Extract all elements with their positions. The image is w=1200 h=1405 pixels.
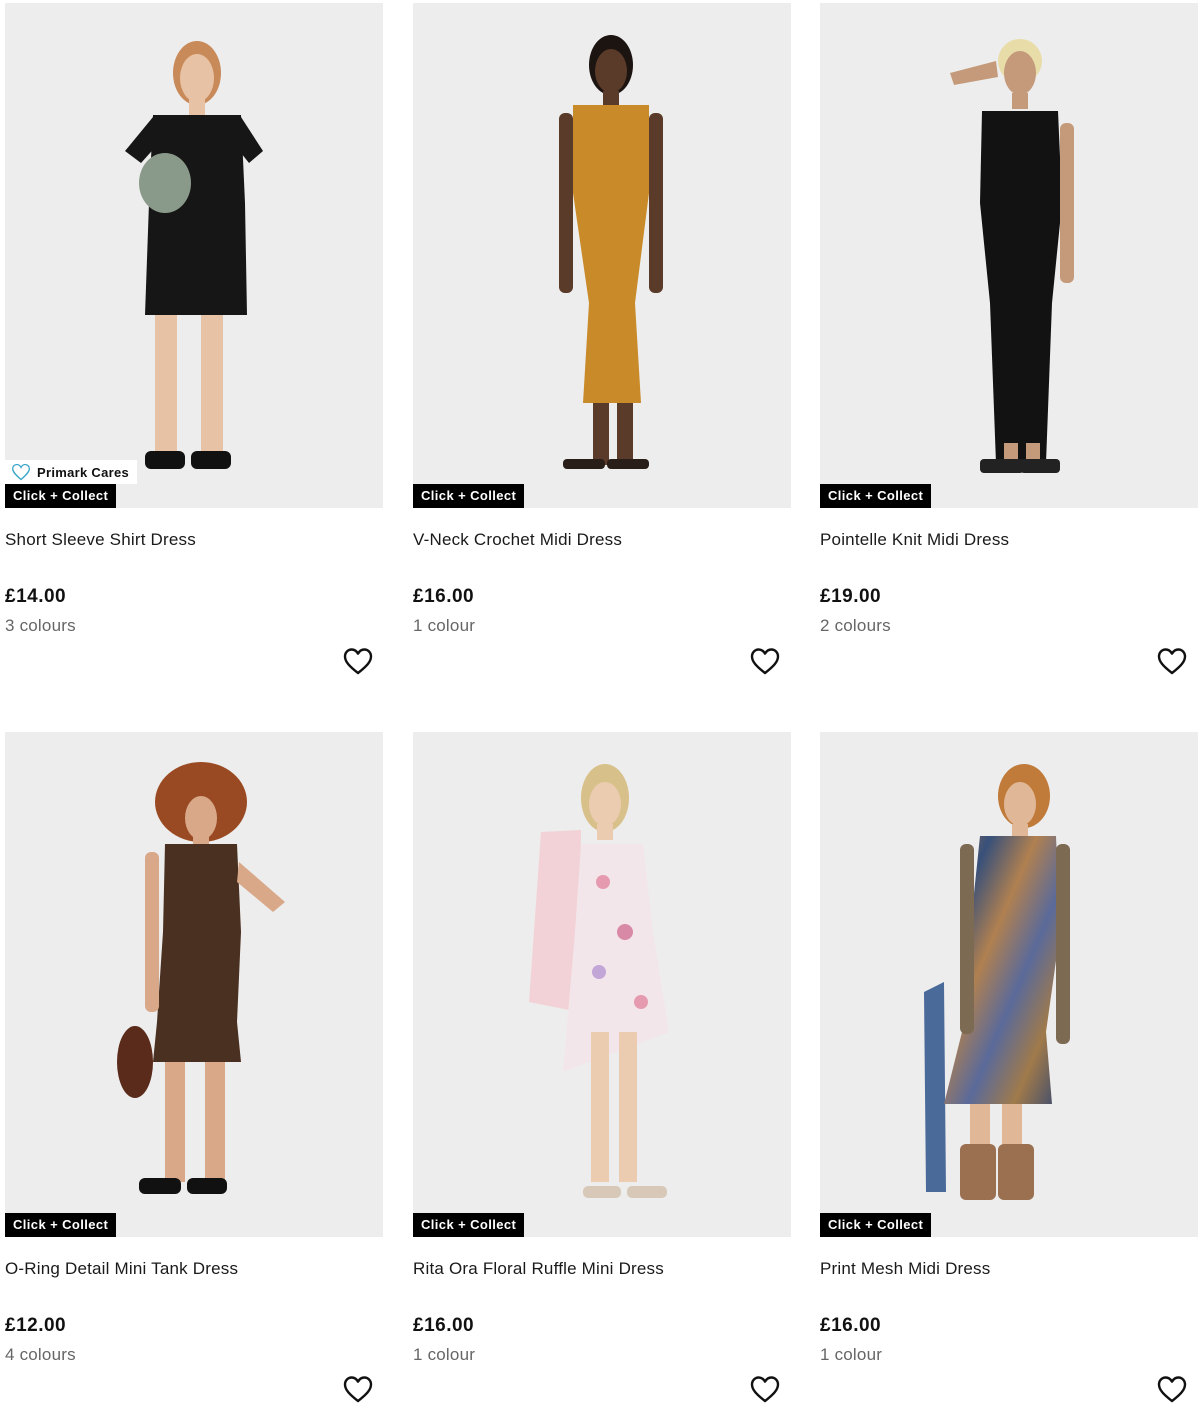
click-collect-badge: Click + Collect xyxy=(820,484,932,508)
badge-stack: Click + Collect xyxy=(820,484,932,508)
product-card[interactable]: Click + Collect Rita Ora Floral Ruffle M… xyxy=(413,732,791,1365)
badge-stack: Click + Collect xyxy=(413,484,525,508)
colour-count: 1 colour xyxy=(820,1345,883,1364)
product-image[interactable]: Click + Collect xyxy=(820,3,1198,508)
product-name[interactable]: O-Ring Detail Mini Tank Dress xyxy=(5,1259,383,1281)
model-illustration xyxy=(924,764,1070,1200)
product-card[interactable]: Click + Collect Print Mesh Midi Dress £1… xyxy=(820,732,1198,1365)
model-illustration xyxy=(125,41,263,469)
product-name[interactable]: V-Neck Crochet Midi Dress xyxy=(413,530,791,552)
product-price: £16.00 xyxy=(413,586,475,607)
product-image[interactable]: Click + Collect xyxy=(820,732,1198,1237)
product-name[interactable]: Short Sleeve Shirt Dress xyxy=(5,530,383,552)
click-collect-badge: Click + Collect xyxy=(413,1213,525,1237)
heart-outline-icon[interactable] xyxy=(1156,646,1188,676)
badge-stack: Primark Cares Click + Collect xyxy=(5,460,138,508)
heart-icon xyxy=(11,463,31,481)
product-price: £16.00 xyxy=(413,1315,475,1336)
colour-count: 1 colour xyxy=(413,616,476,635)
product-card[interactable]: Click + Collect V-Neck Crochet Midi Dres… xyxy=(413,3,791,636)
product-image[interactable]: Click + Collect xyxy=(413,732,791,1237)
badge-stack: Click + Collect xyxy=(5,1213,117,1237)
product-image[interactable]: Click + Collect xyxy=(413,3,791,508)
model-illustration xyxy=(559,35,663,469)
colour-count: 1 colour xyxy=(413,1345,476,1364)
click-collect-badge: Click + Collect xyxy=(5,484,117,508)
product-name[interactable]: Rita Ora Floral Ruffle Mini Dress xyxy=(413,1259,791,1281)
primark-cares-badge: Primark Cares xyxy=(5,460,138,484)
model-illustration xyxy=(529,764,669,1198)
product-image[interactable]: Primark Cares Click + Collect xyxy=(5,3,383,508)
product-name[interactable]: Print Mesh Midi Dress xyxy=(820,1259,1198,1281)
click-collect-badge: Click + Collect xyxy=(820,1213,932,1237)
colour-count: 2 colours xyxy=(820,616,891,635)
product-card[interactable]: Primark Cares Click + Collect Short Slee… xyxy=(5,3,383,636)
badge-stack: Click + Collect xyxy=(820,1213,932,1237)
heart-outline-icon[interactable] xyxy=(1156,1374,1188,1404)
heart-outline-icon[interactable] xyxy=(749,646,781,676)
product-image[interactable]: Click + Collect xyxy=(5,732,383,1237)
product-price: £19.00 xyxy=(820,586,882,607)
click-collect-badge: Click + Collect xyxy=(5,1213,117,1237)
product-card[interactable]: Click + Collect Pointelle Knit Midi Dres… xyxy=(820,3,1198,636)
product-price: £12.00 xyxy=(5,1315,67,1336)
product-price: £14.00 xyxy=(5,586,67,607)
model-illustration xyxy=(950,39,1074,473)
product-price: £16.00 xyxy=(820,1315,882,1336)
click-collect-badge: Click + Collect xyxy=(413,484,525,508)
product-name[interactable]: Pointelle Knit Midi Dress xyxy=(820,530,1198,552)
colour-count: 4 colours xyxy=(5,1345,76,1364)
cares-label: Primark Cares xyxy=(37,464,130,480)
badge-stack: Click + Collect xyxy=(413,1213,525,1237)
colour-count: 3 colours xyxy=(5,616,76,635)
heart-outline-icon[interactable] xyxy=(342,646,374,676)
heart-outline-icon[interactable] xyxy=(749,1374,781,1404)
product-card[interactable]: Click + Collect O-Ring Detail Mini Tank … xyxy=(5,732,383,1365)
model-illustration xyxy=(117,762,285,1194)
heart-outline-icon[interactable] xyxy=(342,1374,374,1404)
